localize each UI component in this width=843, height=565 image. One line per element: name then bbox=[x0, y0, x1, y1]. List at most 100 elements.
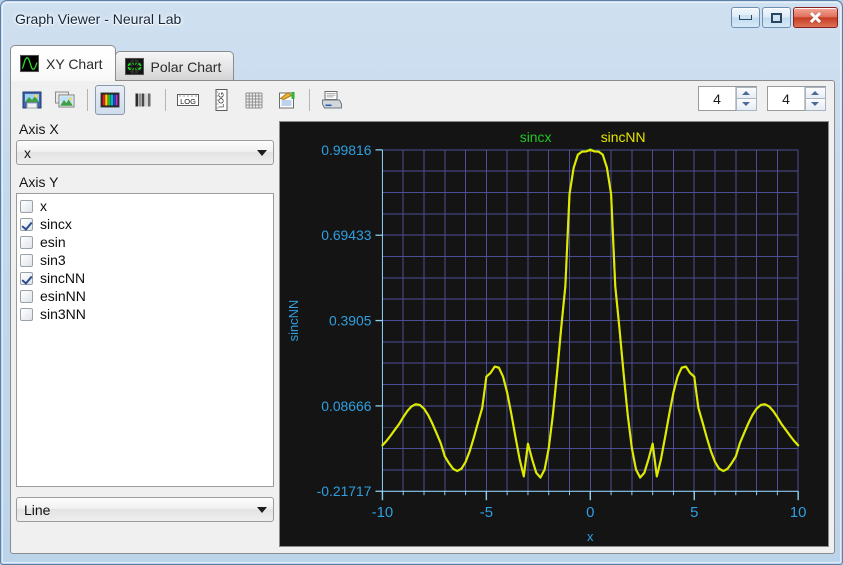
toolbar-separator-3 bbox=[309, 89, 310, 111]
gray-chart-icon bbox=[135, 93, 151, 107]
polar-chart-icon bbox=[124, 57, 144, 76]
window-controls bbox=[731, 7, 838, 28]
spinner-right-down-button[interactable] bbox=[804, 98, 826, 111]
toolbar-buttons: LOG LOG bbox=[17, 85, 347, 115]
svg-text:sincx: sincx bbox=[520, 129, 552, 145]
copy-image-button[interactable] bbox=[50, 85, 80, 115]
toolbar-separator bbox=[87, 89, 88, 111]
tab-strip: XY Chart Polar Chart bbox=[10, 45, 235, 81]
tab-xy-chart-label: XY Chart bbox=[46, 55, 103, 72]
axis-x-label: Axis X bbox=[19, 121, 59, 137]
toolbar-separator-2 bbox=[165, 89, 166, 111]
save-image-button[interactable] bbox=[17, 85, 47, 115]
save-image-icon bbox=[22, 91, 42, 109]
log-y-button[interactable]: LOG bbox=[206, 85, 236, 115]
list-item[interactable]: sin3NN bbox=[20, 305, 273, 323]
toolbar: LOG LOG 4 4 bbox=[11, 81, 834, 119]
svg-text:-0.21717: -0.21717 bbox=[317, 483, 372, 499]
log-x-button[interactable]: LOG bbox=[173, 85, 203, 115]
series-checkbox[interactable] bbox=[20, 217, 33, 231]
axis-x-value: x bbox=[24, 144, 31, 161]
grid-icon bbox=[245, 92, 263, 109]
list-item[interactable]: sin3 bbox=[20, 251, 273, 269]
title-bar[interactable]: Graph Viewer - Neural Lab bbox=[1, 1, 843, 39]
series-label: sincNN bbox=[40, 270, 86, 286]
minimize-icon bbox=[739, 15, 752, 20]
annotate-icon bbox=[279, 91, 295, 109]
series-label: esinNN bbox=[40, 288, 86, 304]
svg-text:0.3905: 0.3905 bbox=[329, 313, 372, 329]
svg-text:-5: -5 bbox=[480, 504, 493, 521]
svg-text:LOG: LOG bbox=[217, 92, 226, 108]
restore-icon bbox=[771, 12, 782, 23]
tab-polar-chart-label: Polar Chart bbox=[150, 58, 222, 75]
chart-panel[interactable]: -0.21717 0.08666 0.3905 0.69433 0.99816 -10 -5… bbox=[279, 121, 829, 547]
svg-text:0.99816: 0.99816 bbox=[321, 142, 372, 158]
annotate-button[interactable] bbox=[272, 85, 302, 115]
print-icon bbox=[322, 91, 342, 109]
svg-text:0.69433: 0.69433 bbox=[321, 227, 372, 243]
svg-text:10: 10 bbox=[790, 504, 807, 521]
series-checkbox[interactable] bbox=[20, 307, 33, 321]
tab-xy-chart[interactable]: XY Chart bbox=[10, 45, 116, 81]
svg-text:x: x bbox=[587, 529, 594, 544]
chevron-up-icon bbox=[742, 90, 750, 95]
log-y-icon: LOG bbox=[215, 89, 228, 111]
axis-x-select[interactable]: x bbox=[16, 140, 274, 165]
series-label: sin3NN bbox=[40, 306, 86, 322]
spinner-left-buttons bbox=[735, 86, 757, 111]
log-x-icon: LOG bbox=[177, 94, 199, 106]
spinner-left-down-button[interactable] bbox=[735, 98, 757, 111]
spinner-left[interactable]: 4 bbox=[698, 86, 757, 111]
list-item[interactable]: esinNN bbox=[20, 287, 273, 305]
series-checkbox[interactable] bbox=[20, 235, 33, 249]
series-checkbox[interactable] bbox=[20, 199, 33, 213]
spinner-right-buttons bbox=[804, 86, 826, 111]
series-checkbox[interactable] bbox=[20, 289, 33, 303]
close-icon bbox=[809, 11, 822, 24]
list-item[interactable]: sincx bbox=[20, 215, 273, 233]
color-chart-icon bbox=[100, 92, 120, 108]
svg-text:-10: -10 bbox=[372, 504, 394, 521]
svg-text:LOG: LOG bbox=[180, 97, 196, 106]
minimize-button[interactable] bbox=[731, 7, 760, 28]
list-item[interactable]: esin bbox=[20, 233, 273, 251]
toolbar-spinners: 4 4 bbox=[698, 86, 826, 111]
sidebar: Axis X x Axis Y x sincx esin sin3 sincNN… bbox=[16, 121, 274, 547]
chevron-up-icon bbox=[811, 90, 819, 95]
xy-chart-plot[interactable]: -0.21717 0.08666 0.3905 0.69433 0.99816 -10 -5… bbox=[280, 122, 828, 546]
svg-text:sincNN: sincNN bbox=[601, 129, 646, 145]
svg-text:sincNN: sincNN bbox=[286, 300, 301, 342]
grid-button[interactable] bbox=[239, 85, 269, 115]
chevron-down-icon bbox=[811, 102, 819, 107]
series-label: x bbox=[40, 198, 47, 214]
plot-style-value: Line bbox=[24, 501, 51, 518]
chevron-down-icon bbox=[257, 149, 267, 156]
spinner-right[interactable]: 4 bbox=[767, 86, 826, 111]
svg-text:0: 0 bbox=[586, 504, 594, 521]
app-window: Graph Viewer - Neural Lab XY Chart Polar… bbox=[0, 0, 843, 565]
axis-y-series-list[interactable]: x sincx esin sin3 sincNN esinNN sin3NN bbox=[16, 193, 274, 487]
close-button[interactable] bbox=[793, 7, 838, 28]
spinner-right-value[interactable]: 4 bbox=[768, 87, 804, 110]
xy-chart-icon bbox=[20, 54, 39, 73]
window-title: Graph Viewer - Neural Lab bbox=[15, 11, 182, 27]
restore-button[interactable] bbox=[762, 7, 791, 28]
color-chart-button[interactable] bbox=[95, 85, 125, 115]
series-label: sin3 bbox=[40, 252, 66, 268]
spinner-left-value[interactable]: 4 bbox=[699, 87, 735, 110]
axis-y-label: Axis Y bbox=[19, 174, 59, 190]
series-checkbox[interactable] bbox=[20, 271, 33, 285]
plot-style-select[interactable]: Line bbox=[16, 497, 274, 522]
gray-chart-button[interactable] bbox=[128, 85, 158, 115]
svg-text:5: 5 bbox=[690, 504, 698, 521]
client-area: LOG LOG 4 4 Axis X x Axis Y x sincx esin… bbox=[10, 80, 835, 554]
chevron-down-icon bbox=[257, 506, 267, 513]
series-checkbox[interactable] bbox=[20, 253, 33, 267]
list-item[interactable]: sincNN bbox=[20, 269, 273, 287]
list-item[interactable]: x bbox=[20, 197, 273, 215]
tab-polar-chart[interactable]: Polar Chart bbox=[114, 51, 235, 81]
series-label: esin bbox=[40, 234, 66, 250]
svg-text:0.08666: 0.08666 bbox=[321, 398, 372, 414]
print-button[interactable] bbox=[317, 85, 347, 115]
